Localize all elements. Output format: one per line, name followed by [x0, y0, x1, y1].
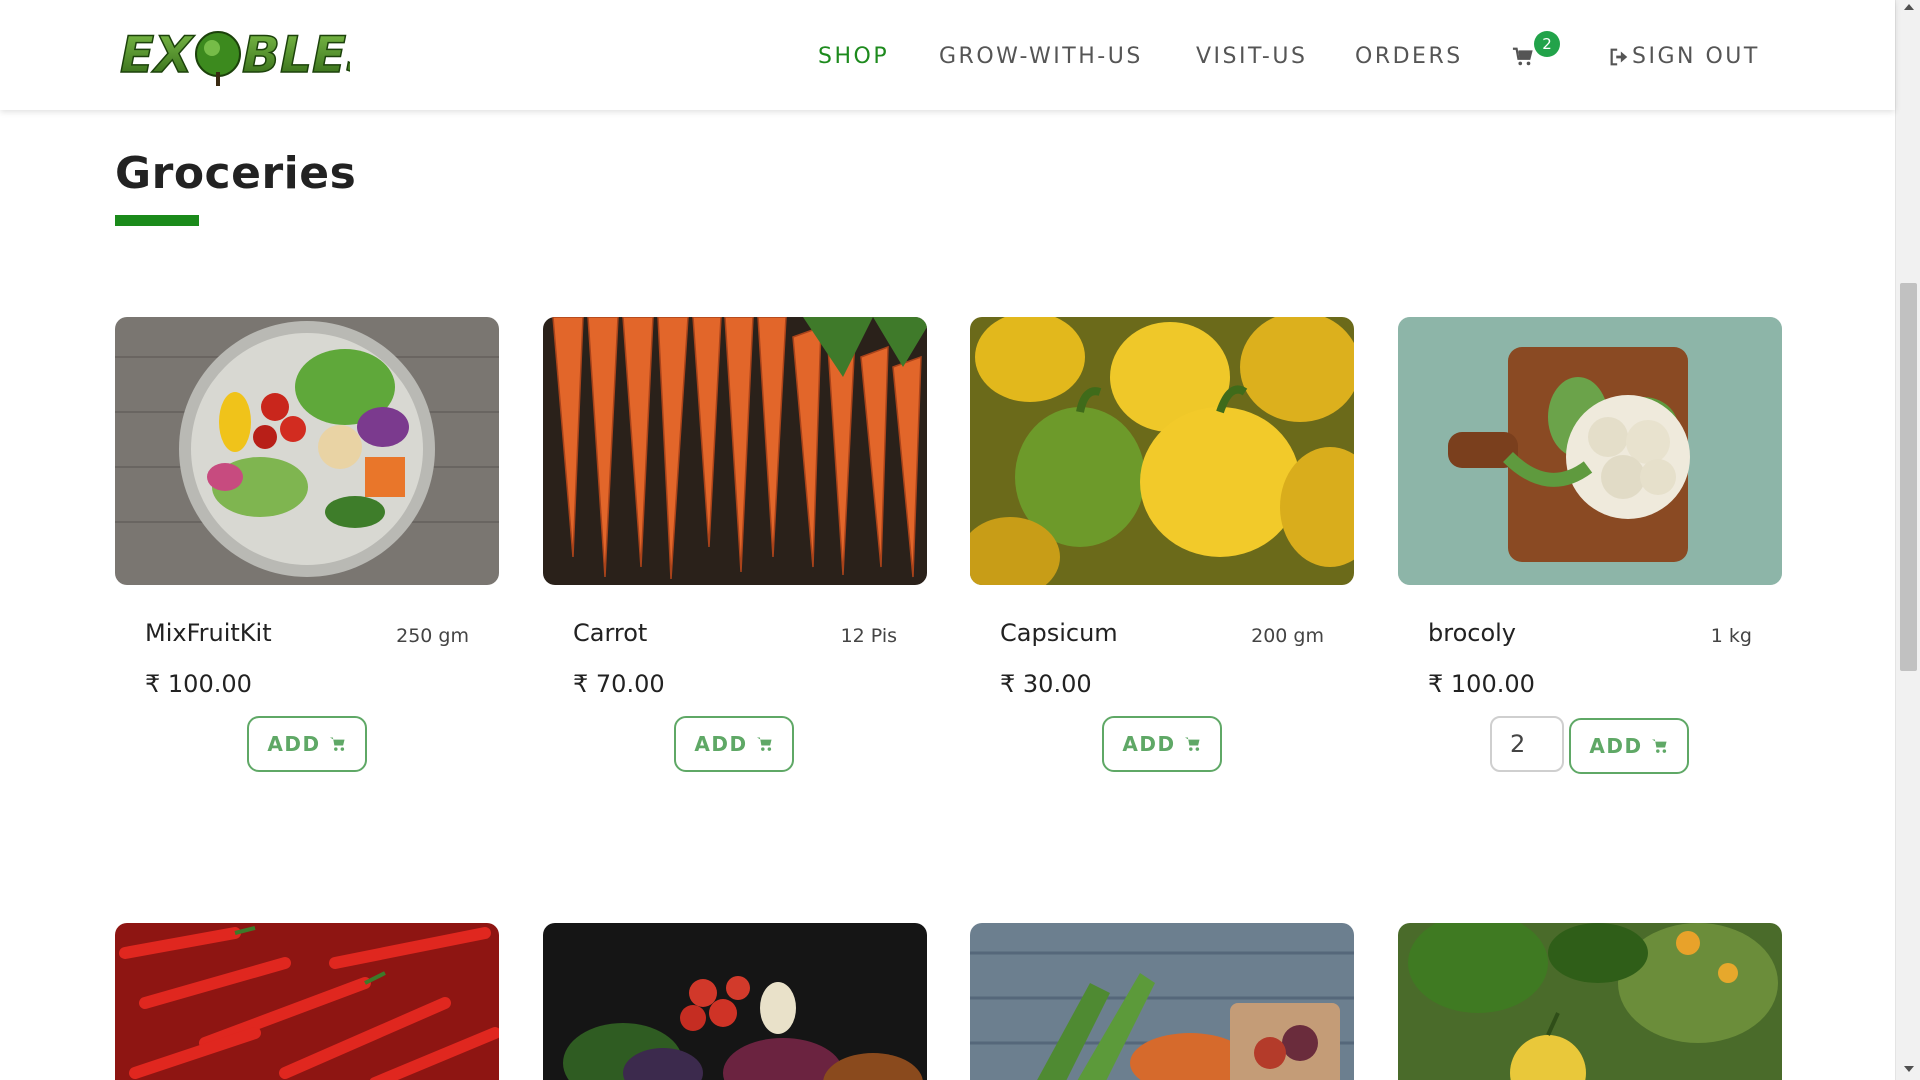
site-header: EX BLES SHOP GROW-WITH-US VISIT-US ORDER…	[0, 0, 1895, 110]
nav-visit-us[interactable]: VISIT-US	[1196, 44, 1307, 69]
product-card-capsicum: Capsicum 200 gm ₹ 30.00 ADD	[970, 317, 1354, 777]
product-card	[543, 923, 927, 1080]
cart-icon	[1184, 737, 1200, 751]
nav-grow-with-us[interactable]: GROW-WITH-US	[939, 44, 1143, 69]
product-image[interactable]	[543, 317, 927, 585]
cart-icon[interactable]	[1512, 46, 1534, 68]
sign-out-icon	[1610, 48, 1628, 65]
page-scrollbar[interactable]	[1895, 0, 1920, 1080]
add-button-label: ADD	[1122, 732, 1176, 756]
product-price: ₹ 30.00	[1000, 670, 1092, 698]
scrollbar-thumb[interactable]	[1900, 283, 1917, 671]
nav-shop[interactable]: SHOP	[818, 44, 889, 69]
product-name: MixFruitKit	[145, 619, 272, 647]
product-image[interactable]	[543, 923, 927, 1080]
product-image[interactable]	[115, 317, 499, 585]
main-nav: SHOP GROW-WITH-US VISIT-US ORDERS 2 SIGN…	[0, 0, 1895, 110]
scroll-down-icon[interactable]	[1904, 1066, 1914, 1072]
add-to-cart-button[interactable]: ADD	[674, 716, 794, 772]
product-name: Capsicum	[1000, 619, 1118, 647]
add-button-label: ADD	[1589, 734, 1643, 758]
product-quantity: 12 Pis	[840, 625, 897, 647]
title-underline	[115, 215, 199, 226]
cart-icon	[1651, 739, 1667, 753]
sign-out-link[interactable]: SIGN OUT	[1608, 44, 1760, 69]
product-quantity: 250 gm	[396, 625, 469, 647]
add-to-cart-button[interactable]: ADD	[1569, 718, 1689, 774]
product-card	[115, 923, 499, 1080]
product-card	[970, 923, 1354, 1080]
sign-out-label: SIGN OUT	[1632, 44, 1760, 69]
page-title: Groceries	[115, 148, 357, 199]
add-button-label: ADD	[694, 732, 748, 756]
product-name: brocoly	[1428, 619, 1517, 647]
product-image[interactable]	[970, 923, 1354, 1080]
nav-orders[interactable]: ORDERS	[1355, 44, 1463, 69]
product-quantity: 200 gm	[1251, 625, 1324, 647]
product-card-mixfruitkit: MixFruitKit 250 gm ₹ 100.00 ADD	[115, 317, 499, 777]
scroll-up-icon[interactable]	[1904, 4, 1914, 10]
cart-icon	[329, 737, 345, 751]
product-card-brocoly: brocoly 1 kg ₹ 100.00 ADD	[1398, 317, 1782, 777]
add-to-cart-button[interactable]: ADD	[1102, 716, 1222, 772]
add-to-cart-button[interactable]: ADD	[247, 716, 367, 772]
product-price: ₹ 70.00	[573, 670, 665, 698]
cart-count-badge: 2	[1534, 31, 1560, 57]
product-name: Carrot	[573, 619, 648, 647]
product-image[interactable]	[115, 923, 499, 1080]
add-button-label: ADD	[267, 732, 321, 756]
product-card-carrot: Carrot 12 Pis ₹ 70.00 ADD	[543, 317, 927, 777]
product-image[interactable]	[1398, 317, 1782, 585]
product-price: ₹ 100.00	[1428, 670, 1535, 698]
product-price: ₹ 100.00	[145, 670, 252, 698]
product-image[interactable]	[970, 317, 1354, 585]
cart-icon	[756, 737, 772, 751]
product-quantity: 1 kg	[1710, 625, 1752, 647]
product-image[interactable]	[1398, 923, 1782, 1080]
product-card	[1398, 923, 1782, 1080]
quantity-input[interactable]	[1490, 716, 1564, 772]
